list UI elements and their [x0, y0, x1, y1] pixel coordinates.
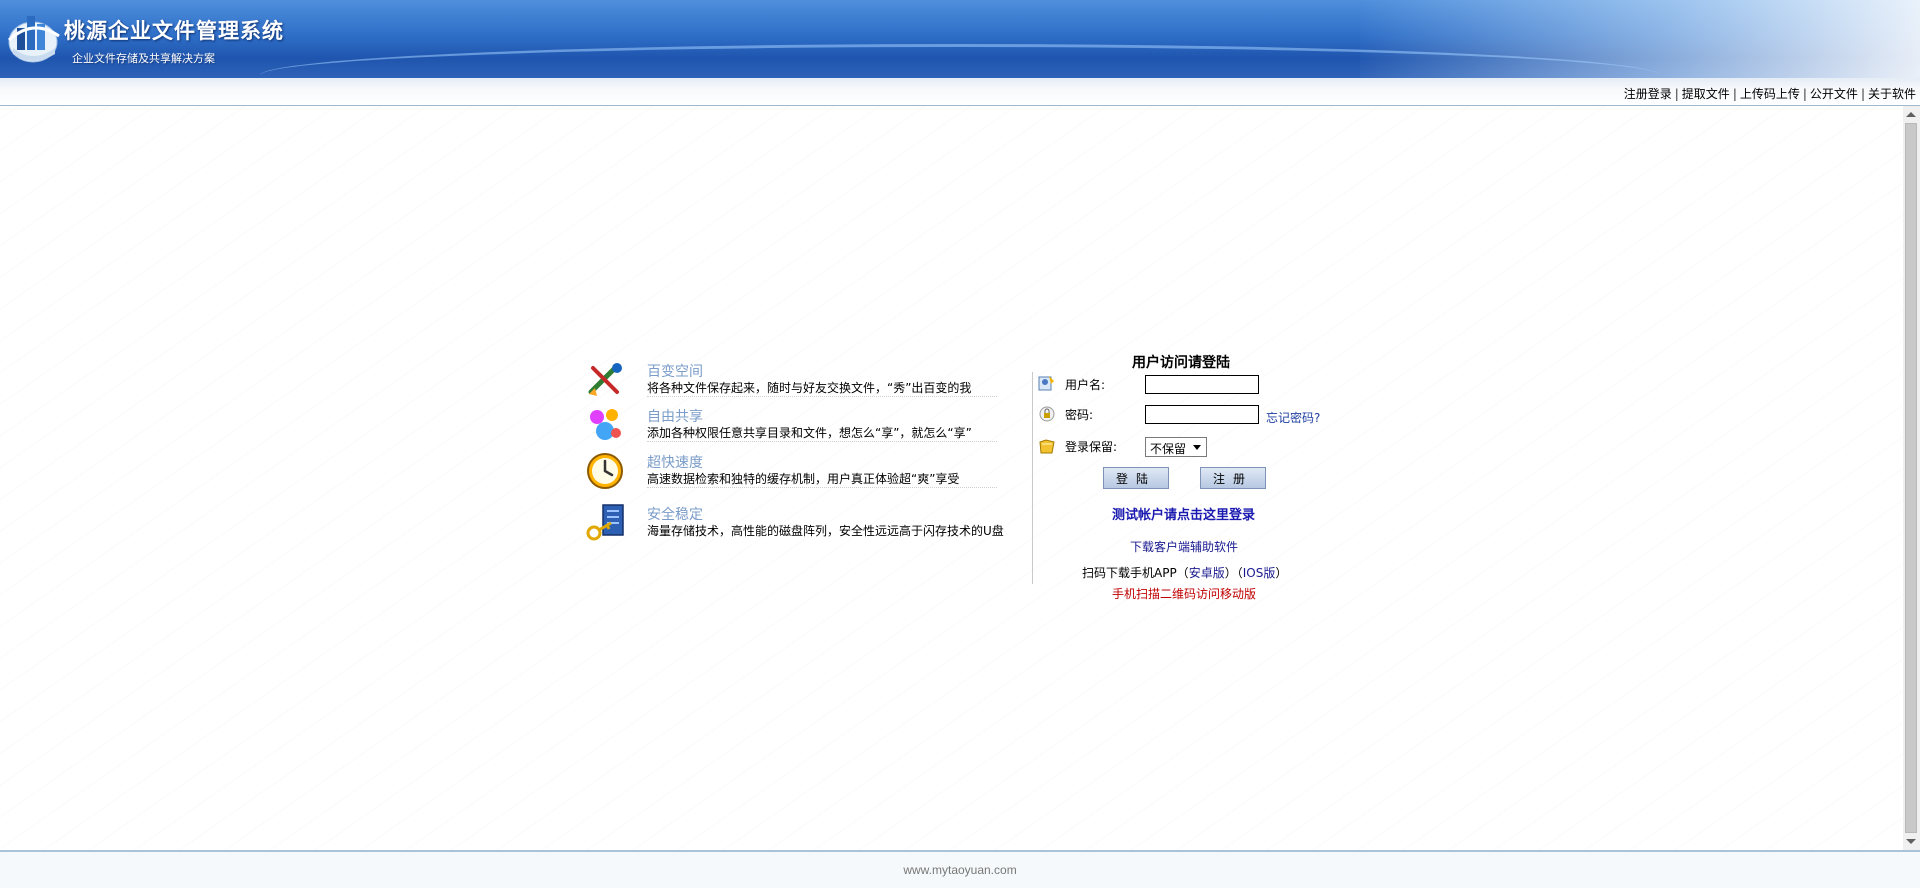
user-icon — [1038, 374, 1056, 392]
app-download-prefix: 扫码下载手机APP（ — [1082, 566, 1189, 580]
app-download-middle: ）（ — [1224, 566, 1243, 580]
feature-title: 超快速度 — [647, 455, 703, 471]
header-banner: 桃源企业文件管理系统 企业文件存储及共享解决方案 — [0, 0, 1920, 78]
vertical-scrollbar[interactable] — [1903, 106, 1920, 850]
nav-separator: | — [1732, 87, 1737, 101]
tools-icon — [585, 360, 625, 400]
scroll-thumb[interactable] — [1905, 123, 1917, 833]
feature-item: 超快速度 高速数据检索和独特的缓存机制，用户真正体验超“爽”享受 — [585, 451, 1015, 495]
android-app-link[interactable]: 安卓版 — [1189, 566, 1225, 580]
nav-public-files[interactable]: 公开文件 — [1810, 87, 1858, 101]
feature-item: 百变空间 将各种文件保存起来，随时与好友交换文件，“秀”出百变的我 — [585, 360, 1015, 404]
chevron-down-icon — [1193, 445, 1201, 450]
feature-desc: 海量存储技术，高性能的磁盘阵列，安全性远远高于闪存技术的U盘 — [647, 524, 1004, 538]
app-download-line: 扫码下载手机APP（安卓版）（IOS版） — [1082, 564, 1287, 581]
feature-title: 安全稳定 — [647, 507, 703, 523]
nav-separator: | — [1802, 87, 1807, 101]
folder-icon — [1038, 437, 1056, 455]
scroll-down-arrow-icon[interactable] — [1906, 839, 1916, 844]
app-title: 桃源企业文件管理系统 — [64, 18, 284, 43]
app-subtitle: 企业文件存储及共享解决方案 — [72, 52, 215, 65]
nav-extract-file[interactable]: 提取文件 — [1682, 87, 1730, 101]
feature-desc: 高速数据检索和独特的缓存机制，用户真正体验超“爽”享受 — [647, 472, 960, 486]
remember-label: 登录保留: — [1065, 440, 1118, 454]
app-logo-icon — [5, 10, 63, 66]
footer: www.mytaoyuan.com — [0, 850, 1920, 888]
ios-app-link[interactable]: IOS版 — [1243, 566, 1276, 580]
nav-register-login[interactable]: 注册登录 — [1624, 87, 1672, 101]
app-download-suffix: ） — [1275, 566, 1288, 580]
feature-divider — [647, 487, 997, 488]
clock-icon — [585, 451, 625, 491]
nav-separator: | — [1674, 87, 1679, 101]
download-client-link[interactable]: 下载客户端辅助软件 — [1130, 538, 1238, 555]
feature-desc: 将各种文件保存起来，随时与好友交换文件，“秀”出百变的我 — [647, 381, 972, 395]
register-button[interactable]: 注册 — [1200, 467, 1266, 489]
nav-separator: | — [1860, 87, 1865, 101]
scroll-up-arrow-icon[interactable] — [1906, 112, 1916, 117]
username-input[interactable] — [1145, 375, 1259, 394]
qr-mobile-link[interactable]: 手机扫描二维码访问移动版 — [1112, 585, 1256, 602]
username-label: 用户名: — [1065, 378, 1106, 392]
feature-divider — [647, 441, 997, 442]
password-label: 密码: — [1065, 408, 1094, 422]
feature-item: 自由共享 添加各种权限任意共享目录和文件，想怎么“享”，就怎么“享” — [585, 405, 1015, 449]
remember-select[interactable]: 不保留 — [1145, 437, 1207, 457]
feature-divider — [647, 396, 997, 397]
lock-icon — [1038, 405, 1056, 423]
feature-title: 百变空间 — [647, 364, 703, 380]
feature-item: 安全稳定 海量存储技术，高性能的磁盘阵列，安全性远远高于闪存技术的U盘 — [585, 503, 1015, 547]
forgot-password-link[interactable]: 忘记密码? — [1266, 409, 1320, 426]
feature-desc: 添加各种权限任意共享目录和文件，想怎么“享”，就怎么“享” — [647, 426, 972, 440]
footer-url: www.mytaoyuan.com — [903, 863, 1017, 877]
nav-upload-code[interactable]: 上传码上传 — [1740, 87, 1800, 101]
top-nav-links: 注册登录 | 提取文件 | 上传码上传 | 公开文件 | 关于软件 — [1624, 85, 1916, 102]
people-icon — [585, 405, 625, 445]
login-title: 用户访问请登陆 — [1132, 355, 1230, 371]
feature-title: 自由共享 — [647, 409, 703, 425]
top-nav: 注册登录 | 提取文件 | 上传码上传 | 公开文件 | 关于软件 — [0, 78, 1920, 106]
nav-about[interactable]: 关于软件 — [1868, 87, 1916, 101]
test-account-link[interactable]: 测试帐户请点击这里登录 — [1112, 504, 1255, 523]
vertical-divider — [1032, 372, 1033, 584]
key-icon — [585, 503, 625, 543]
remember-selected-value: 不保留 — [1150, 442, 1187, 456]
login-button[interactable]: 登陆 — [1103, 467, 1169, 489]
password-input[interactable] — [1145, 405, 1259, 424]
